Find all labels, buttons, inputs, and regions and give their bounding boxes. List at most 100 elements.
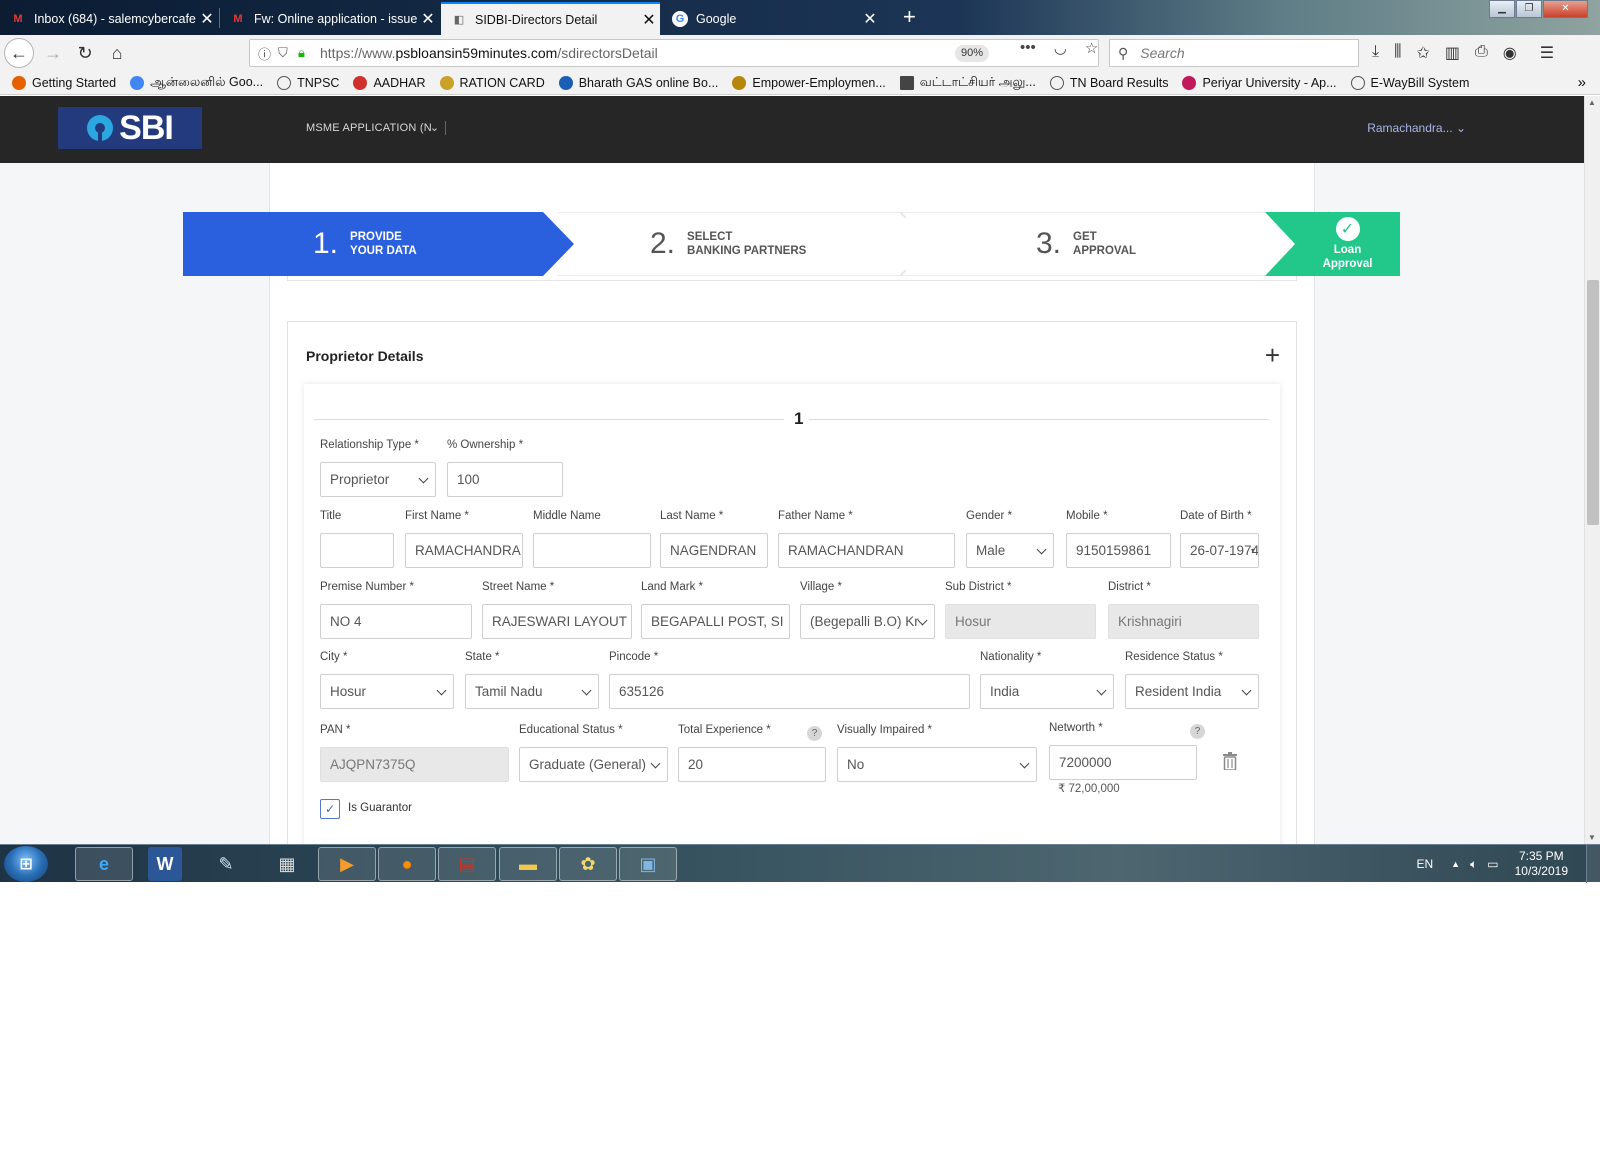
add-proprietor-button[interactable]: + — [1265, 340, 1280, 371]
pocket-icon[interactable]: ◡ — [1054, 39, 1067, 57]
mobile-input[interactable]: 9150159861 — [1066, 533, 1171, 568]
close-icon[interactable]: ✕ — [859, 9, 881, 29]
show-hidden-icons-icon[interactable]: ▲ — [1451, 859, 1460, 869]
chevron-down-icon — [650, 758, 661, 769]
village-select[interactable]: (Begepalli B.O) Kr — [800, 604, 935, 639]
bookmark-getting-started[interactable]: Getting Started — [12, 75, 116, 90]
close-icon[interactable]: ✕ — [417, 9, 439, 29]
new-tab-button[interactable]: + — [903, 4, 916, 30]
volume-icon[interactable]: 🔈︎ — [1470, 857, 1477, 872]
sbi-logo[interactable]: SBI — [58, 107, 202, 149]
info-icon[interactable]: ⓘ — [258, 44, 271, 63]
networth-input[interactable]: 7200000 — [1049, 745, 1197, 780]
back-button[interactable]: ← — [4, 38, 34, 68]
window-close-icon[interactable]: ✕ — [1543, 0, 1588, 18]
ownership-input[interactable]: 100 — [447, 462, 563, 497]
visually-impaired-select[interactable]: No — [837, 747, 1037, 782]
reload-button[interactable]: ↻ — [70, 38, 100, 68]
is-guarantor-checkbox[interactable]: ✓ — [320, 799, 340, 819]
language-indicator[interactable]: EN — [1416, 857, 1433, 871]
account-icon[interactable]: ◉ — [1503, 43, 1517, 63]
residence-status-select[interactable]: Resident India — [1125, 674, 1259, 709]
bookmarks-overflow-icon[interactable]: » — [1578, 74, 1586, 91]
menu-icon[interactable]: ☰ — [1540, 43, 1554, 63]
land-mark-input[interactable]: BEGAPALLI POST, SI — [641, 604, 790, 639]
print-icon[interactable]: ⎙ — [1475, 43, 1488, 63]
gender-select[interactable]: Male — [966, 533, 1054, 568]
calculator-icon[interactable]: ▦ — [258, 847, 316, 881]
nationality-select[interactable]: India — [980, 674, 1114, 709]
tab-google[interactable]: G Google ✕ — [662, 2, 881, 35]
bookmarks-star-icon[interactable]: ✩ — [1416, 43, 1429, 63]
internet-explorer-icon[interactable]: e — [75, 847, 133, 881]
close-icon[interactable]: ✕ — [196, 9, 218, 29]
pincode-input[interactable]: 635126 — [609, 674, 970, 709]
home-icon: ⌂ — [111, 42, 123, 63]
minimize-icon[interactable]: ▁ — [1489, 0, 1515, 18]
scanner-icon[interactable]: ✎ — [197, 847, 255, 881]
tab-fw-online-application[interactable]: M Fw: Online application - issue - ✕ — [220, 2, 439, 35]
sidebar-icon[interactable]: ▥ — [1445, 43, 1460, 63]
clock[interactable]: 7:35 PM 10/3/2019 — [1515, 849, 1568, 879]
relationship-type-select[interactable]: Proprietor — [320, 462, 436, 497]
msme-application-menu[interactable]: MSME APPLICATION (N⌄ — [306, 121, 447, 136]
start-button[interactable]: ⊞ — [4, 846, 48, 882]
field-label: Relationship Type * — [320, 439, 419, 451]
address-bar[interactable]: ⓘ ⛉ 🔒︎ https://www.psbloansin59minutes.c… — [249, 39, 1099, 67]
last-name-input[interactable]: NAGENDRAN — [660, 533, 768, 568]
home-button[interactable]: ⌂ — [102, 38, 132, 68]
tab-inbox[interactable]: M Inbox (684) - salemcybercafe@ ✕ — [0, 2, 218, 35]
more-actions-icon[interactable]: ••• — [1020, 39, 1036, 57]
scroll-down-icon[interactable]: ▼ — [1588, 833, 1596, 842]
first-name-input[interactable]: RAMACHANDRA — [405, 533, 523, 568]
star-icon[interactable]: ☆ — [1085, 39, 1098, 57]
paint-icon[interactable]: ✿ — [559, 847, 617, 881]
network-icon[interactable]: ▭ — [1487, 857, 1498, 871]
field-label: Street Name * — [482, 581, 555, 593]
bookmark-e-waybill[interactable]: E-WayBill System — [1350, 75, 1469, 90]
help-icon[interactable]: ? — [1190, 724, 1205, 739]
bookmark-online-google[interactable]: ஆன்லைனில் Goo... — [130, 75, 263, 91]
bookmark-tn-board-results[interactable]: TN Board Results — [1049, 75, 1168, 90]
page-scrollbar[interactable]: ▲ ▼ — [1584, 96, 1600, 844]
bookmark-tahsildar[interactable]: வட்டாட்சியர் அலு... — [899, 75, 1036, 91]
bookmark-aadhar[interactable]: AADHAR — [353, 75, 426, 90]
forward-button[interactable]: → — [38, 38, 68, 68]
bookmark-ration-card[interactable]: RATION CARD — [439, 75, 545, 90]
help-icon[interactable]: ? — [807, 726, 822, 741]
scroll-up-icon[interactable]: ▲ — [1588, 98, 1596, 107]
premise-number-input[interactable]: NO 4 — [320, 604, 472, 639]
middle-name-input[interactable] — [533, 533, 651, 568]
tab-sidbi-directors-detail[interactable]: ◧ SIDBI-Directors Detail ✕ — [441, 2, 660, 35]
close-icon[interactable]: ✕ — [638, 10, 660, 30]
bookmark-periyar-university[interactable]: Periyar University - Ap... — [1182, 75, 1337, 90]
winrar-icon[interactable]: ▤ — [438, 847, 496, 881]
library-icon[interactable]: ⫼ — [1394, 43, 1401, 63]
photo-viewer-icon[interactable]: ▣ — [619, 847, 677, 881]
word-icon[interactable]: W — [148, 847, 182, 881]
user-menu[interactable]: Ramachandra... ⌄ — [1367, 121, 1466, 135]
state-select[interactable]: Tamil Nadu — [465, 674, 599, 709]
total-experience-input[interactable]: 20 — [678, 747, 826, 782]
bookmark-empower-employment[interactable]: Empower-Employmen... — [732, 75, 886, 90]
trash-icon[interactable] — [1222, 752, 1238, 770]
scrollbar-thumb[interactable] — [1587, 280, 1599, 525]
city-select[interactable]: Hosur — [320, 674, 454, 709]
firefox-icon[interactable]: ● — [378, 847, 436, 881]
street-name-input[interactable]: RAJESWARI LAYOUT — [482, 604, 632, 639]
search-input[interactable]: ⚲ Search — [1109, 39, 1359, 67]
download-icon[interactable]: ⤓ — [1372, 43, 1379, 63]
restore-icon[interactable]: ❐ — [1516, 0, 1542, 18]
media-player-icon[interactable]: ▶ — [318, 847, 376, 881]
file-explorer-icon[interactable]: ▬ — [499, 847, 557, 881]
title-input[interactable] — [320, 533, 394, 568]
zoom-indicator[interactable]: 90% — [955, 45, 990, 62]
educational-status-select[interactable]: Graduate (General) — [519, 747, 668, 782]
bookmark-tnpsc[interactable]: TNPSC — [277, 75, 339, 90]
show-desktop-button[interactable] — [1586, 845, 1600, 883]
lock-icon[interactable]: 🔒︎ — [298, 45, 305, 61]
father-name-input[interactable]: RAMACHANDRAN — [778, 533, 955, 568]
bookmark-bharath-gas[interactable]: Bharath GAS online Bo... — [558, 75, 718, 90]
shield-icon[interactable]: ⛉ — [278, 45, 288, 61]
date-of-birth-input[interactable]: 26-07-1974 ▾ — [1180, 533, 1259, 568]
